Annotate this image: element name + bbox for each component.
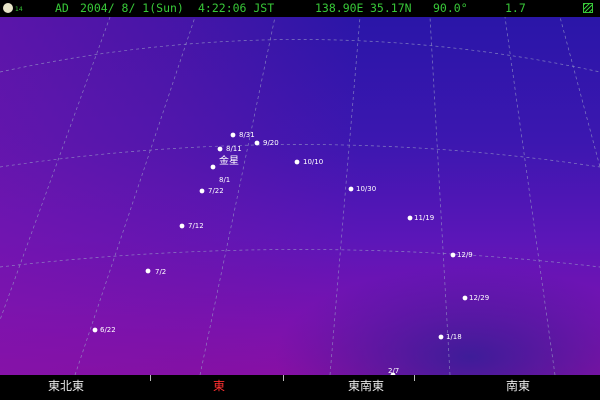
time-display[interactable]: 4:22:06 JST <box>198 0 274 17</box>
planet-name-label[interactable]: 金星 <box>219 154 239 167</box>
venus-position-label: 8/11 <box>226 145 242 153</box>
venus-position-marker[interactable] <box>179 223 185 229</box>
horizon-tick <box>283 375 284 381</box>
moon-age: 14 <box>15 6 23 13</box>
venus-position-marker[interactable] <box>217 146 223 152</box>
venus-position-label: 1/18 <box>446 333 462 341</box>
venus-position-marker[interactable] <box>294 159 300 165</box>
horizon-tick <box>150 375 151 381</box>
venus-position-marker[interactable] <box>92 327 98 333</box>
venus-position-marker[interactable] <box>407 215 413 221</box>
venus-position-label: 8/31 <box>239 131 255 139</box>
venus-position-marker[interactable] <box>199 188 205 194</box>
venus-position-label: 12/9 <box>457 251 473 259</box>
venus-position-label: 10/30 <box>356 185 376 193</box>
field-of-view-display[interactable]: 90.0° <box>433 0 468 17</box>
moon-phase-icon[interactable] <box>3 3 13 13</box>
direction-label-ese: 東南東 <box>348 379 385 393</box>
venus-position-label: 8/1 <box>219 176 230 184</box>
planetarium-window: 14 AD 2004/ 8/ 1(Sun) 4:22:06 JST 138.90… <box>0 0 600 400</box>
venus-position-marker[interactable] <box>145 268 151 274</box>
venus-position-label: 10/10 <box>303 158 323 166</box>
venus-position-label: 9/20 <box>263 139 279 147</box>
display-mode-icon[interactable] <box>583 3 593 13</box>
sky-view[interactable]: 6/22 7/2 7/12 7/22 8/1 8/11 8/31 9/20 10/10 10/30… <box>0 17 600 375</box>
venus-position-marker[interactable] <box>450 252 456 258</box>
venus-position-label: 12/29 <box>469 294 489 302</box>
date-display[interactable]: 2004/ 8/ 1(Sun) <box>80 0 184 17</box>
venus-position-marker[interactable] <box>348 186 354 192</box>
direction-label-se: 南東 <box>506 379 531 393</box>
status-bar: 14 AD 2004/ 8/ 1(Sun) 4:22:06 JST 138.90… <box>0 0 600 17</box>
venus-position-label: 7/12 <box>188 222 204 230</box>
venus-position-marker[interactable] <box>210 164 216 170</box>
horizon-tick <box>414 375 415 381</box>
venus-position-label: 7/2 <box>155 268 166 276</box>
venus-position-label: 2/7 <box>388 367 399 375</box>
direction-label-east: 東 <box>213 379 226 393</box>
longitude-display[interactable]: 138.90E <box>315 0 363 17</box>
latitude-display[interactable]: 35.17N <box>370 0 412 17</box>
venus-position-label: 11/19 <box>414 214 434 222</box>
magnitude-limit-display[interactable]: 1.7 <box>505 0 526 17</box>
venus-position-label: 7/22 <box>208 187 224 195</box>
venus-position-marker[interactable] <box>230 132 236 138</box>
direction-label-ene: 東北東 <box>48 379 85 393</box>
venus-position-marker[interactable] <box>254 140 260 146</box>
venus-path-plot: 6/22 7/2 7/12 7/22 8/1 8/11 8/31 9/20 10/10 10/30… <box>92 131 489 375</box>
venus-position-marker[interactable] <box>462 295 468 301</box>
venus-position-label: 6/22 <box>100 326 116 334</box>
venus-position-marker[interactable] <box>438 334 444 340</box>
era-label: AD <box>55 1 69 15</box>
